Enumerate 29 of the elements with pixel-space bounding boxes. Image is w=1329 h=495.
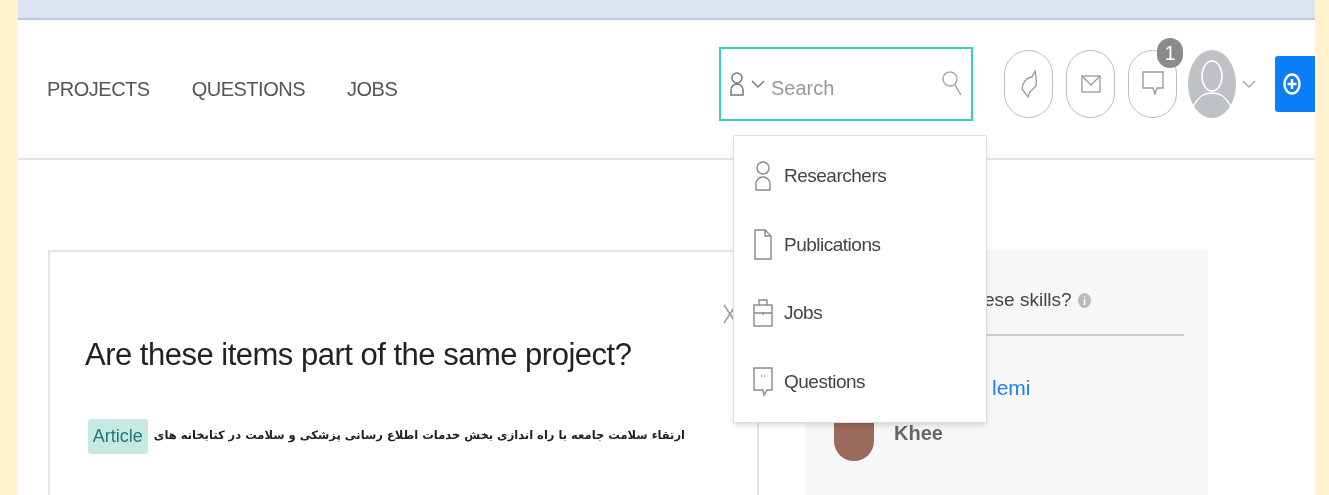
document-icon <box>752 228 774 261</box>
avatar-icon[interactable] <box>1188 50 1236 118</box>
search-field[interactable]: Search <box>719 47 973 121</box>
envelope-icon <box>1080 75 1101 93</box>
plus-icon <box>1283 73 1301 95</box>
chat-icon <box>752 365 774 398</box>
nav-link[interactable]: PROJECTS <box>47 74 150 104</box>
briefcase-icon <box>752 297 774 330</box>
add-button[interactable] <box>1275 56 1315 112</box>
search-option[interactable]: Publications <box>734 228 986 261</box>
search-icon[interactable] <box>941 70 963 98</box>
person-link[interactable]: lemi <box>992 372 1031 404</box>
item-title[interactable]: ارتقاء سلامت جامعه با راه اندازی بخش خدمات اطلاع رسانی پزشکی و سلامت در کتابخانه های <box>153 427 685 445</box>
person-name: Khee <box>894 421 943 446</box>
search-option[interactable]: Questions <box>734 365 986 398</box>
notification-count: 1 <box>1157 38 1183 68</box>
person-icon <box>752 160 774 193</box>
caret-icon[interactable] <box>1242 79 1256 89</box>
article-tag: Article <box>87 418 148 454</box>
nav-link[interactable]: QUESTIONS <box>191 74 305 104</box>
info-icon[interactable] <box>1077 292 1091 308</box>
nav-link[interactable]: JOBS <box>347 74 398 104</box>
caret-icon[interactable] <box>751 79 765 89</box>
search-option[interactable]: Jobs <box>734 297 986 330</box>
search-option[interactable]: Researchers <box>734 160 986 193</box>
chat-icon <box>1141 71 1164 97</box>
person-icon <box>729 71 745 97</box>
card-title: Are these items part of the same project? <box>85 336 633 374</box>
search-input[interactable]: Search <box>771 73 935 103</box>
